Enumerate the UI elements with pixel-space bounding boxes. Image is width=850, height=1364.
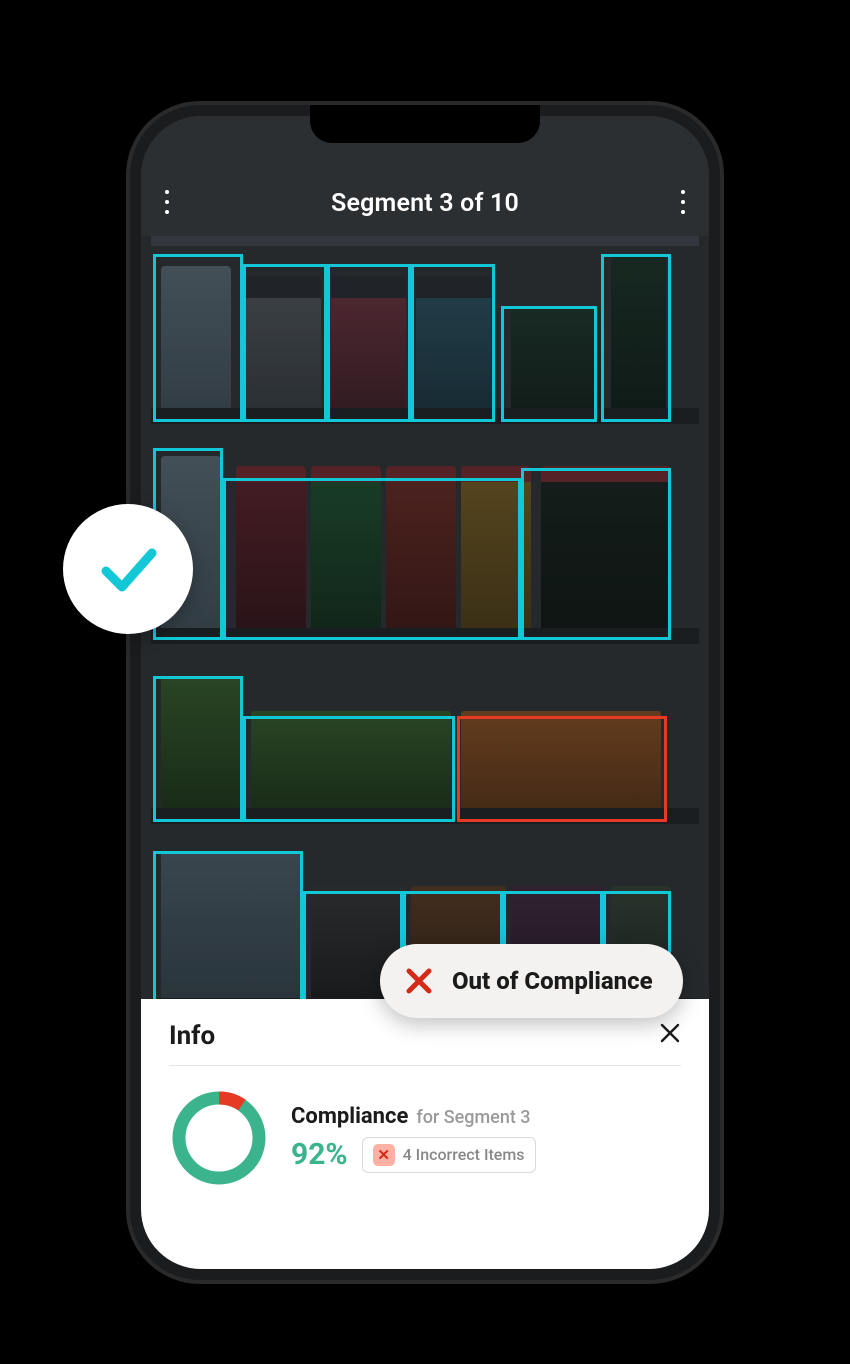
segment-title: Segment 3 of 10: [331, 189, 519, 218]
compliance-sub: for Segment 3: [416, 1107, 530, 1128]
check-icon: [92, 533, 164, 605]
detection-box[interactable]: [243, 716, 455, 822]
shelf-image[interactable]: [141, 236, 709, 999]
incorrect-items-label: 4 Incorrect Items: [403, 1145, 525, 1164]
detection-box[interactable]: [411, 264, 495, 422]
close-icon[interactable]: [659, 1021, 681, 1051]
detection-box[interactable]: [243, 264, 327, 422]
screen: Segment 3 of 10: [141, 116, 709, 1269]
x-icon: [402, 964, 436, 998]
x-icon: ✕: [373, 1144, 395, 1166]
detection-box[interactable]: [327, 264, 411, 422]
compliance-label: Compliance: [291, 1104, 408, 1129]
detection-box[interactable]: [501, 306, 597, 422]
alert-label: Out of Compliance: [452, 967, 653, 995]
compliance-percentage: 92%: [291, 1137, 348, 1172]
detection-box[interactable]: [153, 254, 243, 422]
detection-box-error[interactable]: [457, 716, 667, 822]
compliance-donut-icon: [169, 1088, 269, 1188]
menu-right-icon[interactable]: [681, 190, 685, 218]
incorrect-items-badge[interactable]: ✕ 4 Incorrect Items: [362, 1137, 536, 1173]
phone-frame: Segment 3 of 10: [130, 105, 720, 1280]
detection-box[interactable]: [521, 468, 671, 640]
detection-box[interactable]: [601, 254, 671, 422]
detection-box[interactable]: [153, 851, 303, 1011]
menu-left-icon[interactable]: [165, 190, 169, 218]
detection-box[interactable]: [223, 478, 521, 640]
notch: [310, 105, 540, 143]
detection-box[interactable]: [153, 676, 243, 822]
info-title: Info: [169, 1021, 215, 1051]
check-bubble: [63, 504, 193, 634]
compliance-alert[interactable]: Out of Compliance: [380, 944, 683, 1018]
info-panel: Info Compliance for Segment 3: [141, 999, 709, 1269]
